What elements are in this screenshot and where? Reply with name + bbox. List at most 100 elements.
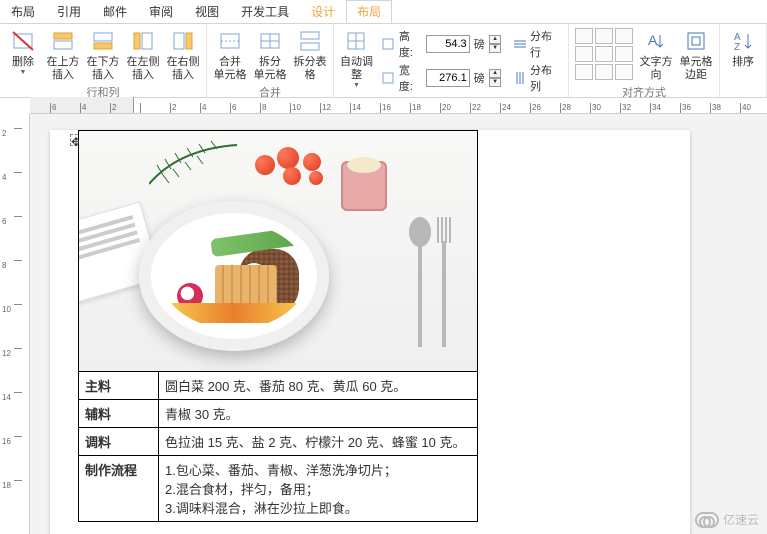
hruler-tick: 34 — [650, 103, 661, 113]
align-tr[interactable] — [615, 28, 633, 44]
hruler-tick: 4 — [80, 103, 86, 113]
row-content[interactable]: 青椒 30 克。 — [159, 400, 478, 428]
distribute-cols-button[interactable]: 分布列 — [513, 62, 562, 94]
row-content[interactable]: 圆白菜 200 克、番茄 80 克、黄瓜 60 克。 — [159, 372, 478, 400]
tab-4[interactable]: 视图 — [184, 0, 230, 23]
insert-right-label: 在右侧插入 — [164, 56, 202, 82]
insert-above-button[interactable]: 在上方插入 — [44, 26, 82, 82]
vruler-tick: 12 — [14, 348, 22, 358]
text-direction-button[interactable]: A 文字方向 — [637, 26, 675, 82]
tab-1[interactable]: 引用 — [46, 0, 92, 23]
row-content[interactable]: 色拉油 15 克、盐 2 克、柠檬汁 20 克、蜂蜜 10 克。 — [159, 428, 478, 456]
align-ml[interactable] — [575, 46, 593, 62]
delete-icon — [10, 28, 36, 54]
vruler-tick: 4 — [14, 172, 22, 182]
split-table-button[interactable]: 拆分表格 — [291, 26, 329, 82]
table-row[interactable]: 制作流程1.包心菜、番茄、青椒、洋葱洗净切片；2.混合食材，拌匀，备用；3.调味… — [79, 456, 478, 522]
row-header[interactable]: 制作流程 — [79, 456, 159, 522]
insert-left-label: 在左侧插入 — [124, 56, 162, 82]
align-bl[interactable] — [575, 64, 593, 80]
width-spin-up[interactable]: ▲ — [489, 69, 502, 78]
row-content[interactable]: 1.包心菜、番茄、青椒、洋葱洗净切片；2.混合食材，拌匀，备用；3.调味料混合，… — [159, 456, 478, 522]
document-table[interactable]: 主料圆白菜 200 克、番茄 80 克、黄瓜 60 克。辅料青椒 30 克。调料… — [78, 130, 478, 522]
alignment-grid — [575, 28, 633, 80]
height-label: 高度: — [399, 28, 422, 60]
hruler-tick: 38 — [710, 103, 721, 113]
hruler-tick: 36 — [680, 103, 691, 113]
hruler-tick: 4 — [200, 103, 206, 113]
horizontal-ruler[interactable]: 642 246810121416182022242628303234363840 — [30, 98, 767, 114]
hruler-tick: 16 — [380, 103, 391, 113]
insert-below-label: 在下方插入 — [84, 56, 122, 82]
height-spin-up[interactable]: ▲ — [489, 35, 502, 44]
hruler-tick: 6 — [230, 103, 236, 113]
width-label: 宽度: — [399, 62, 422, 94]
sort-button[interactable]: AZ 排序 — [724, 26, 762, 69]
cell-margins-label: 单元格边距 — [680, 56, 713, 82]
autofit-icon — [343, 28, 369, 54]
split-cells-icon — [257, 28, 283, 54]
image-cell[interactable] — [79, 131, 478, 372]
hruler-tick: 18 — [410, 103, 421, 113]
align-tl[interactable] — [575, 28, 593, 44]
align-tc[interactable] — [595, 28, 613, 44]
height-icon — [381, 37, 395, 51]
split-cells-button[interactable]: 拆分单元格 — [251, 26, 289, 82]
insert-below-button[interactable]: 在下方插入 — [84, 26, 122, 82]
tab-7[interactable]: 布局 — [346, 0, 392, 23]
vruler-tick: 10 — [14, 304, 22, 314]
table-row[interactable]: 调料色拉油 15 克、盐 2 克、柠檬汁 20 克、蜂蜜 10 克。 — [79, 428, 478, 456]
align-mc[interactable] — [595, 46, 613, 62]
page: ✥ — [50, 130, 690, 534]
hruler-tick: 10 — [290, 103, 301, 113]
table-row[interactable]: 主料圆白菜 200 克、番茄 80 克、黄瓜 60 克。 — [79, 372, 478, 400]
svg-text:A: A — [648, 32, 658, 48]
autofit-button[interactable]: 自动调整 ▼ — [338, 26, 375, 89]
width-input[interactable] — [426, 69, 470, 87]
vruler-tick: 6 — [14, 216, 22, 226]
align-bc[interactable] — [595, 64, 613, 80]
split-table-label: 拆分表格 — [291, 56, 329, 82]
sort-label: 排序 — [732, 56, 754, 69]
document-area[interactable]: ✥ — [30, 114, 767, 534]
row-header[interactable]: 主料 — [79, 372, 159, 400]
align-mr[interactable] — [615, 46, 633, 62]
insert-above-icon — [50, 28, 76, 54]
distribute-rows-label: 分布行 — [530, 28, 562, 60]
tab-3[interactable]: 审阅 — [138, 0, 184, 23]
row-header[interactable]: 调料 — [79, 428, 159, 456]
vertical-ruler[interactable]: 24681012141618 — [0, 114, 30, 534]
cell-margins-icon — [683, 28, 709, 54]
table-row[interactable]: 辅料青椒 30 克。 — [79, 400, 478, 428]
tab-5[interactable]: 开发工具 — [230, 0, 300, 23]
height-unit: 磅 — [474, 36, 485, 52]
tab-2[interactable]: 邮件 — [92, 0, 138, 23]
food-photo — [79, 131, 477, 371]
hruler-tick: 2 — [110, 103, 116, 113]
vruler-tick: 16 — [14, 436, 22, 446]
hruler-tick: 20 — [440, 103, 451, 113]
row-header[interactable]: 辅料 — [79, 400, 159, 428]
watermark: 亿速云 — [695, 511, 759, 528]
insert-right-icon — [170, 28, 196, 54]
delete-button[interactable]: 删除 ▼ — [4, 26, 42, 76]
autofit-label: 自动调整 — [338, 56, 375, 82]
tab-0[interactable]: 布局 — [0, 0, 46, 23]
height-input[interactable] — [426, 35, 470, 53]
hruler-tick: 12 — [320, 103, 331, 113]
cell-margins-button[interactable]: 单元格边距 — [677, 26, 715, 82]
hruler-tick: 2 — [170, 103, 176, 113]
insert-left-button[interactable]: 在左侧插入 — [124, 26, 162, 82]
merge-cells-icon — [217, 28, 243, 54]
merge-cells-button[interactable]: 合并单元格 — [211, 26, 249, 82]
sort-icon: AZ — [730, 28, 756, 54]
insert-right-button[interactable]: 在右侧插入 — [164, 26, 202, 82]
hruler-tick: 40 — [740, 103, 751, 113]
align-br[interactable] — [615, 64, 633, 80]
tab-6[interactable]: 设计 — [300, 0, 346, 23]
distribute-rows-button[interactable]: 分布行 — [513, 28, 562, 60]
hruler-tick: 28 — [560, 103, 571, 113]
hruler-tick: 24 — [500, 103, 511, 113]
height-spin-down[interactable]: ▼ — [489, 44, 502, 53]
width-spin-down[interactable]: ▼ — [489, 78, 502, 87]
